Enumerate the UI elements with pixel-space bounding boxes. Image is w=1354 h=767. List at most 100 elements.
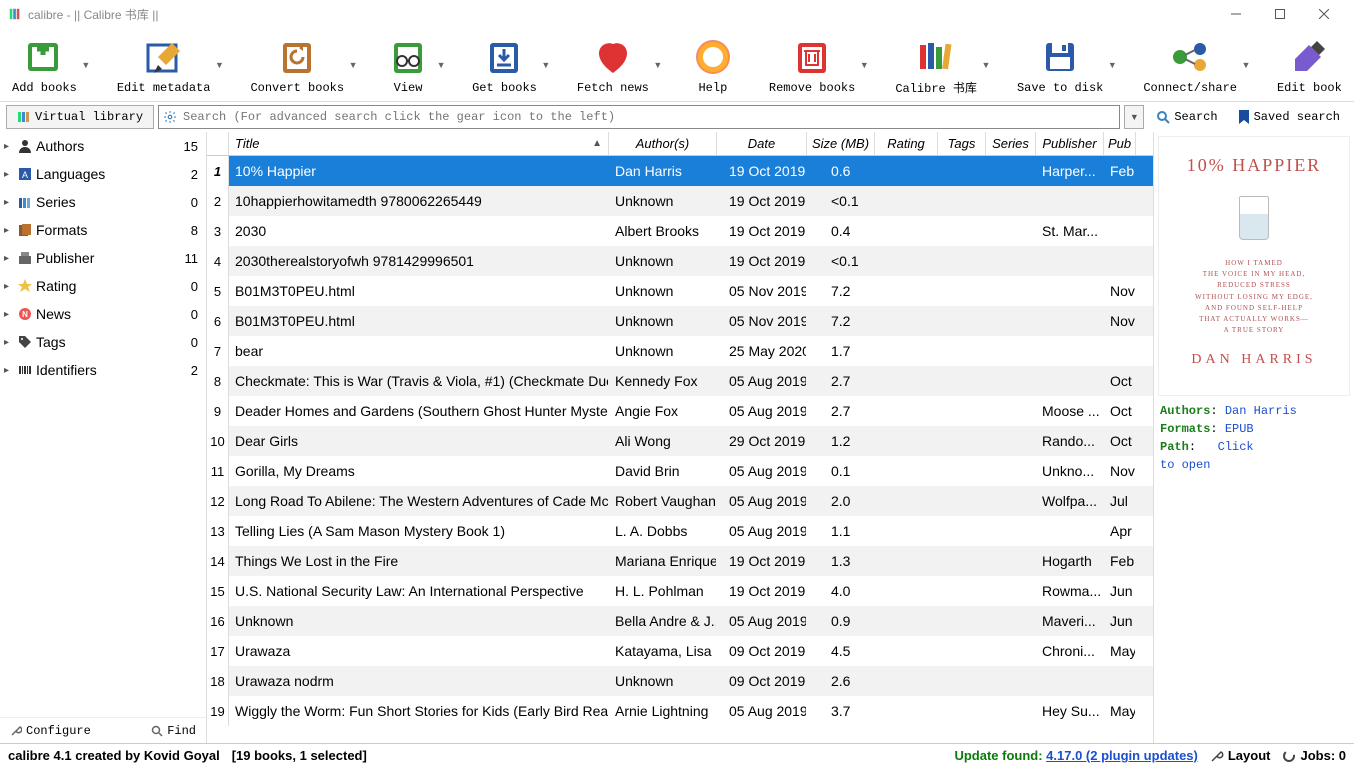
expand-icon[interactable]: ▸ [4, 141, 14, 152]
cell-size: 7.2 [807, 306, 875, 336]
fetch-news-button[interactable]: Fetch news [571, 33, 655, 97]
col-tags[interactable]: Tags [938, 132, 986, 155]
table-row[interactable]: 210happierhowitamedth 9780062265449Unkno… [207, 186, 1153, 216]
table-row[interactable]: 14Things We Lost in the FireMariana Enri… [207, 546, 1153, 576]
table-row[interactable]: 8Checkmate: This is War (Travis & Viola,… [207, 366, 1153, 396]
search-button[interactable]: Search [1148, 105, 1225, 129]
search-dropdown[interactable]: ▼ [1124, 105, 1144, 129]
table-row[interactable]: 7bearUnknown25 May 20201.7 [207, 336, 1153, 366]
get-books-button[interactable]: Get books [466, 33, 543, 97]
sidebar-item-identifiers[interactable]: ▸Identifiers2 [0, 356, 206, 384]
sidebar-item-series[interactable]: ▸Series0 [0, 188, 206, 216]
expand-icon[interactable]: ▸ [4, 197, 14, 208]
saved-search-button[interactable]: Saved search [1230, 105, 1348, 129]
table-row[interactable]: 110% HappierDan Harris19 Oct 20190.6Harp… [207, 156, 1153, 186]
table-row[interactable]: 15U.S. National Security Law: An Interna… [207, 576, 1153, 606]
virtual-library-button[interactable]: Virtual library [6, 105, 154, 129]
sidebar-item-tags[interactable]: ▸Tags0 [0, 328, 206, 356]
meta-formats-label: Formats [1160, 422, 1210, 436]
jobs-button[interactable]: Jobs: 0 [1282, 748, 1346, 763]
col-title[interactable]: Title▲ [229, 132, 609, 155]
col-size[interactable]: Size (MB) [807, 132, 875, 155]
cell-published [1104, 666, 1136, 696]
expand-icon[interactable]: ▸ [4, 225, 14, 236]
remove-books-button[interactable]: Remove books [763, 33, 861, 97]
table-row[interactable]: 17UrawazaKatayama, Lisa09 Oct 20194.5Chr… [207, 636, 1153, 666]
table-row[interactable]: 5B01M3T0PEU.htmlUnknown05 Nov 20197.2Nov [207, 276, 1153, 306]
search-bar: Virtual library ▼ Search Saved search [0, 102, 1354, 132]
cell-author: Ali Wong [609, 426, 717, 456]
table-row[interactable]: 19Wiggly the Worm: Fun Short Stories for… [207, 696, 1153, 726]
col-published[interactable]: Pub [1104, 132, 1136, 155]
convert-books-button[interactable]: Convert books [244, 33, 350, 97]
sidebar-item-publisher[interactable]: ▸Publisher11 [0, 244, 206, 272]
table-row[interactable]: 16UnknownBella Andre & J...05 Aug 20190.… [207, 606, 1153, 636]
svg-text:A: A [22, 170, 28, 180]
expand-icon[interactable]: ▸ [4, 281, 14, 292]
col-rating[interactable]: Rating [875, 132, 938, 155]
cell-published: Oct [1104, 396, 1136, 426]
maximize-button[interactable] [1258, 0, 1302, 28]
expand-icon[interactable]: ▸ [4, 253, 14, 264]
sidebar-item-rating[interactable]: ▸Rating0 [0, 272, 206, 300]
edit-book-button[interactable]: Edit book [1271, 33, 1348, 97]
cell-title: B01M3T0PEU.html [229, 276, 609, 306]
col-series[interactable]: Series [986, 132, 1036, 155]
table-row[interactable]: 18Urawaza nodrmUnknown09 Oct 20192.6 [207, 666, 1153, 696]
table-row[interactable]: 13Telling Lies (A Sam Mason Mystery Book… [207, 516, 1153, 546]
expand-icon[interactable]: ▸ [4, 337, 14, 348]
expand-icon[interactable]: ▸ [4, 309, 14, 320]
sidebar-item-label: Formats [36, 222, 189, 238]
gear-icon[interactable] [163, 110, 179, 124]
table-row[interactable]: 42030therealstoryofwh 9781429996501Unkno… [207, 246, 1153, 276]
table-row[interactable]: 10Dear GirlsAli Wong29 Oct 20191.2Rando.… [207, 426, 1153, 456]
meta-authors-link[interactable]: Dan Harris [1225, 404, 1297, 418]
cell-tags [938, 546, 986, 576]
cell-series [986, 366, 1036, 396]
identifiers-icon [16, 361, 34, 379]
sidebar-item-formats[interactable]: ▸Formats8 [0, 216, 206, 244]
col-date[interactable]: Date [717, 132, 807, 155]
sidebar-item-label: Series [36, 194, 189, 210]
book-cover[interactable]: 10% HAPPIER HOW I TAMEDTHE VOICE IN MY H… [1158, 136, 1350, 396]
cell-author: Katayama, Lisa [609, 636, 717, 666]
row-number: 2 [207, 186, 229, 216]
help-button[interactable]: Help [683, 33, 743, 97]
book-metadata: Authors: Dan Harris Formats: EPUB Path: … [1158, 396, 1350, 480]
cell-publisher [1036, 666, 1104, 696]
expand-icon[interactable]: ▸ [4, 169, 14, 180]
save-to-disk-button[interactable]: Save to disk [1011, 33, 1109, 97]
status-app: calibre 4.1 created by Kovid Goyal [8, 748, 220, 763]
minimize-button[interactable] [1214, 0, 1258, 28]
table-row[interactable]: 12Long Road To Abilene: The Western Adve… [207, 486, 1153, 516]
update-link[interactable]: 4.17.0 (2 plugin updates) [1046, 748, 1198, 763]
connect-share-button[interactable]: Connect/share [1137, 33, 1243, 97]
sidebar-item-news[interactable]: ▸NNews0 [0, 300, 206, 328]
cell-publisher [1036, 246, 1104, 276]
row-number: 9 [207, 396, 229, 426]
find-button[interactable]: Find [151, 724, 196, 738]
meta-formats-link[interactable]: EPUB [1225, 422, 1254, 436]
close-button[interactable] [1302, 0, 1346, 28]
expand-icon[interactable]: ▸ [4, 365, 14, 376]
table-row[interactable]: 6B01M3T0PEU.htmlUnknown05 Nov 20197.2Nov [207, 306, 1153, 336]
col-publisher[interactable]: Publisher [1036, 132, 1104, 155]
table-row[interactable]: 11Gorilla, My DreamsDavid Brin05 Aug 201… [207, 456, 1153, 486]
search-input[interactable] [183, 110, 1115, 124]
edit-metadata-button[interactable]: Edit metadata [111, 33, 217, 97]
sidebar-item-authors[interactable]: ▸Authors15 [0, 132, 206, 160]
configure-button[interactable]: Configure [10, 724, 91, 738]
cell-rating [875, 546, 938, 576]
add-books-button[interactable]: Add books [6, 33, 83, 97]
layout-button[interactable]: Layout [1210, 748, 1271, 763]
table-row[interactable]: 32030Albert Brooks19 Oct 20190.4St. Mar.… [207, 216, 1153, 246]
view-button[interactable]: View [378, 33, 438, 97]
cell-title: Deader Homes and Gardens (Southern Ghost… [229, 396, 609, 426]
cell-title: Checkmate: This is War (Travis & Viola, … [229, 366, 609, 396]
table-row[interactable]: 9Deader Homes and Gardens (Southern Ghos… [207, 396, 1153, 426]
sidebar-item-languages[interactable]: ▸ALanguages2 [0, 160, 206, 188]
cell-date: 05 Aug 2019 [717, 606, 807, 636]
col-author[interactable]: Author(s) [609, 132, 717, 155]
calibre-library-button[interactable]: Calibre 书库 [889, 31, 983, 98]
remove-books-icon [788, 35, 836, 79]
